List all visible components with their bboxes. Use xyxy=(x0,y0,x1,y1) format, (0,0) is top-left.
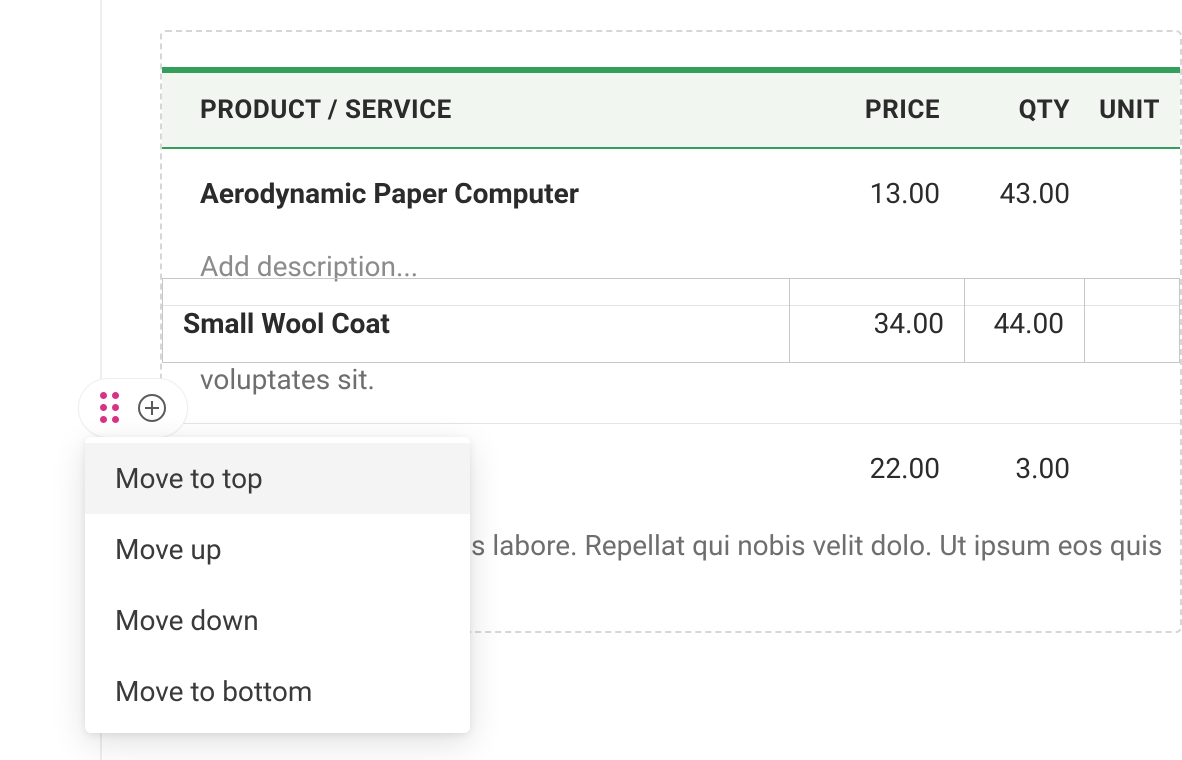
drag-handle-icon[interactable] xyxy=(100,392,120,424)
product-name[interactable]: Aerodynamic Paper Computer xyxy=(162,177,820,210)
menu-item-move-down[interactable]: Move down xyxy=(85,585,470,656)
row-price[interactable]: 13.00 xyxy=(820,177,950,210)
row-qty[interactable]: 3.00 xyxy=(950,452,1080,485)
header-product: PRODUCT / SERVICE xyxy=(162,95,820,125)
header-price: PRICE xyxy=(820,95,950,125)
table-header: PRODUCT / SERVICE PRICE QTY UNIT xyxy=(162,67,1180,149)
row-controls-pill xyxy=(78,378,188,438)
row-qty[interactable]: 43.00 xyxy=(950,177,1080,210)
header-qty: QTY xyxy=(950,95,1080,125)
row-description[interactable]: voluptates sit. xyxy=(162,359,1180,401)
table-row-desc[interactable]: voluptates sit. xyxy=(162,341,1180,424)
add-row-icon[interactable] xyxy=(138,394,166,422)
menu-item-move-up[interactable]: Move up xyxy=(85,514,470,585)
menu-item-move-to-bottom[interactable]: Move to bottom xyxy=(85,656,470,727)
menu-item-move-to-top[interactable]: Move to top xyxy=(85,443,470,514)
header-unit: UNIT xyxy=(1080,95,1180,125)
row-context-menu: Move to top Move up Move down Move to bo… xyxy=(85,437,470,733)
row-price[interactable]: 22.00 xyxy=(820,452,950,485)
